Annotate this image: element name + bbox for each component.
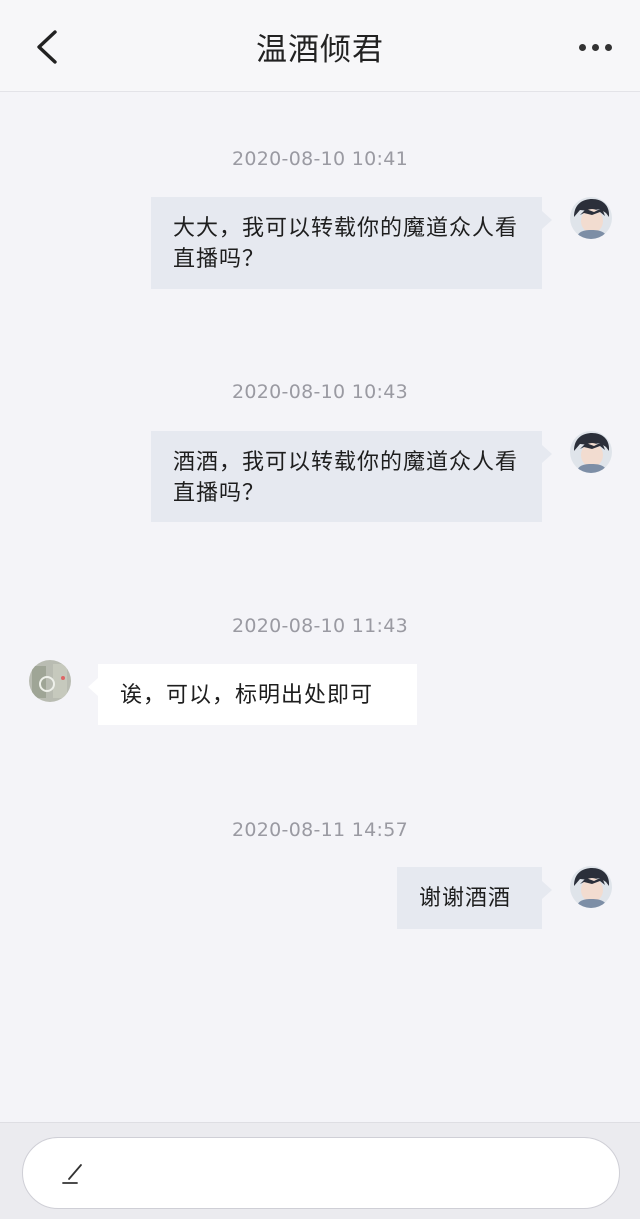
- avatar[interactable]: [570, 866, 612, 908]
- input-bar: [0, 1122, 640, 1219]
- chat-area[interactable]: 2020-08-10 10:41 大大，我可以转载你的魔道众人看直播吗？ 202…: [0, 92, 640, 1122]
- avatar[interactable]: [570, 197, 612, 239]
- message-bubble-received[interactable]: 诶，可以，标明出处即可: [88, 664, 417, 725]
- more-dot: [591, 43, 599, 51]
- user-avatar-image: [570, 197, 612, 239]
- message-timestamp: 2020-08-11 14:57: [231, 819, 408, 841]
- message-input[interactable]: [22, 1137, 620, 1209]
- avatar[interactable]: [570, 431, 612, 473]
- message-timestamp: 2020-08-10 10:43: [231, 381, 408, 403]
- pen-icon: [62, 1164, 82, 1184]
- page-title: 温酒倾君: [256, 31, 384, 68]
- message-timestamp: 2020-08-10 10:41: [231, 148, 408, 170]
- user-avatar-image: [570, 866, 612, 908]
- more-horizontal-icon: [578, 43, 586, 51]
- contact-avatar-image: [29, 660, 71, 702]
- top-bar: 温酒倾君: [0, 0, 640, 92]
- user-avatar-image: [570, 431, 612, 473]
- message-timestamp: 2020-08-10 11:43: [231, 615, 408, 637]
- message-bubble-sent[interactable]: 酒酒，我可以转载你的魔道众人看直播吗？: [151, 431, 552, 522]
- more-dot: [604, 43, 612, 51]
- message-bubble-sent[interactable]: 谢谢酒酒: [397, 867, 552, 929]
- more-button[interactable]: [570, 26, 620, 68]
- contact-avatar[interactable]: [29, 660, 71, 702]
- message-bubble-sent[interactable]: 大大，我可以转载你的魔道众人看直播吗？: [151, 197, 552, 289]
